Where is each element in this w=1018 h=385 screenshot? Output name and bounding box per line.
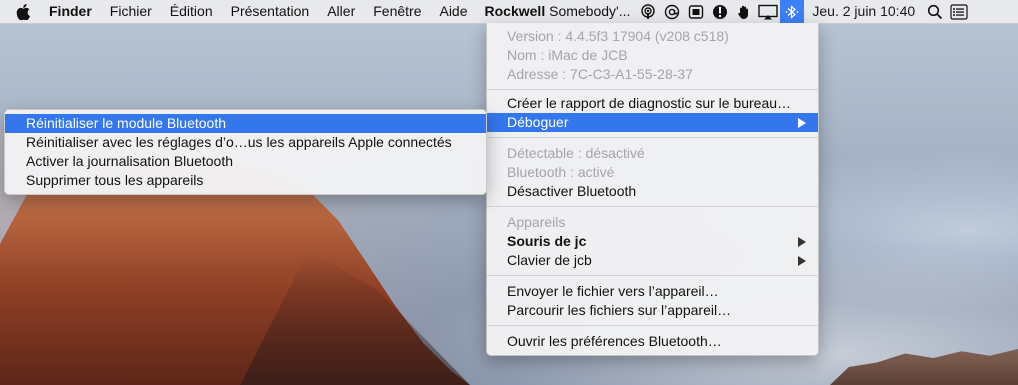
remove-all-devices-item[interactable]: Supprimer tous les appareils — [5, 171, 486, 190]
device-mouse-label: Souris de jc — [507, 233, 587, 249]
submenu-arrow-icon — [798, 237, 806, 247]
podcast-icon[interactable] — [636, 0, 660, 23]
menu-fichier[interactable]: Fichier — [101, 0, 161, 23]
wallpaper-ridge — [830, 349, 1018, 385]
info-circle-icon[interactable] — [708, 0, 732, 23]
menu-clock[interactable]: Jeu. 2 juin 10:40 — [804, 0, 923, 23]
device-mouse-item[interactable]: Souris de jc — [487, 232, 818, 251]
menu-version-info: Version : 4.4.5f3 17904 (v208 c518) — [507, 28, 729, 44]
enable-bluetooth-logging-item[interactable]: Activer la journalisation Bluetooth — [5, 152, 486, 171]
bluetooth-menu: Version : 4.4.5f3 17904 (v208 c518) Nom … — [486, 23, 819, 356]
clock-time: 10:40 — [880, 3, 916, 19]
submenu-arrow-icon — [798, 118, 806, 128]
disable-bluetooth-item[interactable]: Désactiver Bluetooth — [487, 182, 818, 201]
status-icons — [636, 0, 805, 23]
bluetooth-icon[interactable] — [780, 0, 805, 23]
menu-fenetre[interactable]: Fenêtre — [364, 0, 430, 23]
menu-aller[interactable]: Aller — [318, 0, 364, 23]
hand-icon[interactable] — [732, 0, 756, 23]
airplay-display-icon[interactable] — [756, 0, 780, 23]
devices-header: Appareils — [507, 214, 566, 230]
open-bluetooth-prefs-item[interactable]: Ouvrir les préférences Bluetooth… — [487, 332, 818, 351]
device-keyboard-item[interactable]: Clavier de jcb — [487, 251, 818, 270]
menu-presentation[interactable]: Présentation — [222, 0, 319, 23]
menu-separator — [487, 325, 818, 326]
menu-bar: Finder Fichier Édition Présentation Alle… — [0, 0, 1018, 24]
list-icon[interactable] — [947, 0, 971, 23]
clock-date: Jeu. 2 juin — [812, 3, 877, 19]
debug-submenu: Réinitialiser le module Bluetooth Réinit… — [4, 109, 487, 195]
device-keyboard-label: Clavier de jcb — [507, 252, 592, 268]
now-playing-title: Somebody'... — [549, 3, 631, 19]
now-playing-artist: Rockwell — [484, 3, 546, 19]
create-diagnostic-report-item[interactable]: Créer le rapport de diagnostic sur le bu… — [487, 94, 818, 113]
discoverable-status: Détectable : désactivé — [507, 145, 645, 161]
submenu-arrow-icon — [798, 256, 806, 266]
menu-finder[interactable]: Finder — [40, 0, 101, 23]
debug-item[interactable]: Déboguer — [487, 113, 818, 132]
send-file-item[interactable]: Envoyer le fichier vers l’appareil… — [487, 282, 818, 301]
menu-separator — [487, 137, 818, 138]
apple-logo-icon[interactable] — [0, 3, 40, 20]
now-playing-item[interactable]: Rockwell Somebody'... — [477, 0, 637, 23]
at-sign-icon[interactable] — [660, 0, 684, 23]
menu-separator — [487, 89, 818, 90]
search-icon[interactable] — [923, 0, 947, 23]
menu-name-info: Nom : iMac de JCB — [507, 47, 628, 63]
menu-address-info: Adresse : 7C-C3-A1-55-28-37 — [507, 66, 693, 82]
menu-aide[interactable]: Aide — [430, 0, 476, 23]
menu-separator — [487, 206, 818, 207]
factory-reset-apple-devices-item[interactable]: Réinitialiser avec les réglages d’o…us l… — [5, 133, 486, 152]
reset-bluetooth-module-item[interactable]: Réinitialiser le module Bluetooth — [5, 114, 486, 133]
screen-record-icon[interactable] — [684, 0, 708, 23]
debug-item-label: Déboguer — [507, 114, 569, 130]
browse-files-item[interactable]: Parcourir les fichiers sur l’appareil… — [487, 301, 818, 320]
menu-separator — [487, 275, 818, 276]
menu-edition[interactable]: Édition — [161, 0, 222, 23]
bluetooth-status: Bluetooth : activé — [507, 164, 615, 180]
